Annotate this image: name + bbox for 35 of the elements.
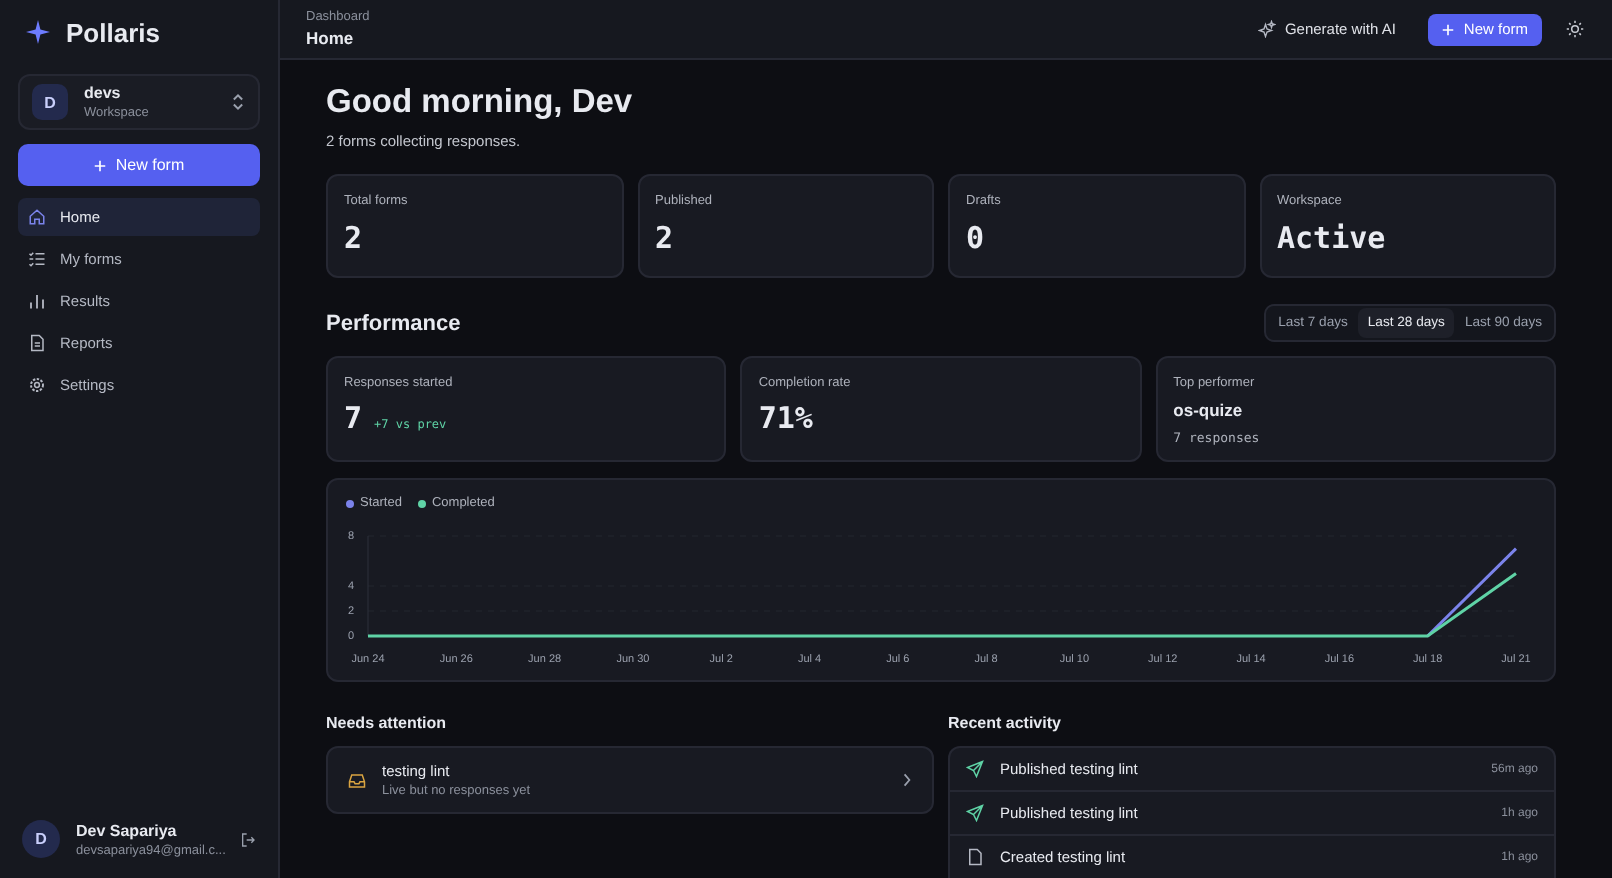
new-form-button[interactable]: New form [18, 144, 260, 186]
logout-icon[interactable] [240, 829, 256, 849]
top-form-name: os-quize [1173, 400, 1245, 420]
stat-value: Active [1277, 220, 1388, 256]
greeting-title: Good morning, Dev [326, 84, 635, 122]
plus-icon [1441, 23, 1454, 35]
user-avatar: D [22, 820, 60, 858]
plus-icon [93, 159, 106, 171]
stat-value: 0 [966, 220, 987, 256]
metric-value: 7 [344, 400, 363, 436]
inbox-icon [348, 771, 366, 789]
metric-value: 71% [758, 400, 815, 436]
section-title: Recent activity [948, 714, 1063, 732]
document-icon [28, 334, 46, 352]
star-logo-icon [26, 20, 50, 44]
document-icon [966, 848, 984, 866]
home-icon [28, 208, 46, 226]
user-name: Dev Sapariya [76, 821, 179, 839]
brand-name: Pollaris [66, 17, 160, 47]
bar-chart-icon [28, 292, 46, 310]
chevron-up-down-icon [230, 92, 246, 112]
workspace-avatar: D [32, 84, 68, 120]
send-icon [966, 804, 984, 822]
checklist-icon [28, 250, 46, 268]
stat-value: 2 [655, 220, 676, 256]
section-title: Needs attention [326, 714, 449, 732]
stat-value: 2 [344, 220, 365, 256]
sparkles-icon [1258, 20, 1277, 38]
chevron-right-icon [902, 772, 912, 788]
sun-icon[interactable] [1566, 20, 1584, 38]
send-icon [966, 760, 984, 778]
settings-icon [28, 376, 46, 394]
workspace-name: devs [84, 84, 123, 102]
page-title: Home [306, 28, 356, 48]
section-title: Performance [326, 311, 461, 335]
